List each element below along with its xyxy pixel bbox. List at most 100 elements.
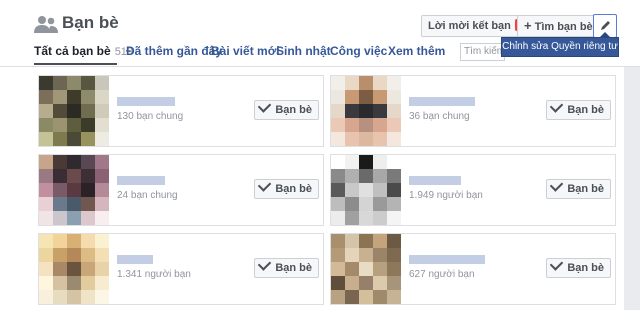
tab-see-more[interactable]: Xem thêm — [388, 44, 445, 58]
avatar-pixel — [345, 234, 359, 248]
tab-work[interactable]: Công việc — [330, 44, 387, 58]
avatar-pixel — [81, 183, 95, 197]
check-icon — [258, 99, 272, 113]
avatar-pixel — [67, 118, 81, 132]
menu-item-edit-privacy[interactable]: Chỉnh sửa Quyền riêng tư — [502, 38, 618, 56]
avatar-pixel — [373, 118, 387, 132]
friend-status-button[interactable]: Bạn bè — [254, 99, 319, 120]
avatar-pixel — [331, 234, 345, 248]
avatar-pixel — [331, 132, 345, 146]
tab-birthdays[interactable]: Sinh nhật — [276, 44, 331, 58]
avatar-pixel — [67, 248, 81, 262]
avatar-pixel — [387, 248, 401, 262]
avatar-pixel — [67, 183, 81, 197]
avatar-pixel — [387, 132, 401, 146]
friend-avatar[interactable] — [331, 76, 401, 146]
friend-status-button[interactable]: Bạn bè — [254, 178, 319, 199]
avatar-pixel — [373, 211, 387, 225]
avatar-pixel — [359, 104, 373, 118]
avatar-pixel — [345, 169, 359, 183]
avatar-pixel — [373, 132, 387, 146]
check-icon — [258, 178, 272, 192]
avatar-pixel — [331, 118, 345, 132]
friend-card: 1.949 người bạn Bạn bè — [330, 154, 616, 226]
avatar-pixel — [95, 211, 109, 225]
avatar-pixel — [95, 290, 109, 304]
avatar-pixel — [81, 104, 95, 118]
avatar-pixel — [359, 234, 373, 248]
check-icon — [550, 99, 564, 113]
avatar-pixel — [359, 118, 373, 132]
avatar-pixel — [345, 183, 359, 197]
avatar-pixel — [95, 76, 109, 90]
tab-all-friends[interactable]: Tất cả bạn bè 519 — [34, 44, 133, 58]
avatar-pixel — [331, 248, 345, 262]
avatar-pixel — [81, 234, 95, 248]
avatar-pixel — [359, 262, 373, 276]
avatar-pixel — [95, 118, 109, 132]
avatar-pixel — [345, 290, 359, 304]
avatar-pixel — [95, 104, 109, 118]
avatar-pixel — [39, 183, 53, 197]
avatar-pixel — [81, 262, 95, 276]
avatar-pixel — [345, 248, 359, 262]
friend-card: 1.341 người bạn Bạn bè — [38, 233, 324, 305]
find-friends-button[interactable]: + Tìm bạn bè — [517, 15, 600, 37]
avatar-pixel — [373, 76, 387, 90]
avatar-pixel — [39, 132, 53, 146]
avatar-pixel — [345, 276, 359, 290]
avatar-pixel — [39, 104, 53, 118]
avatar-pixel — [345, 118, 359, 132]
friend-card: 627 người bạn Bạn bè — [330, 233, 616, 305]
avatar-pixel — [387, 290, 401, 304]
mutual-friends: 1.949 người bạn — [409, 190, 483, 201]
mutual-friends: 36 bạn chung — [409, 111, 470, 122]
friend-avatar[interactable] — [39, 234, 109, 304]
avatar-pixel — [81, 197, 95, 211]
avatar-pixel — [53, 234, 67, 248]
avatar-pixel — [81, 118, 95, 132]
avatar-pixel — [39, 234, 53, 248]
avatar-pixel — [387, 262, 401, 276]
avatar-pixel — [345, 132, 359, 146]
avatar-pixel — [387, 76, 401, 90]
avatar-pixel — [331, 169, 345, 183]
friend-card: 130 bạn chung Bạn bè — [38, 75, 324, 147]
avatar-pixel — [67, 197, 81, 211]
avatar-pixel — [331, 90, 345, 104]
friend-avatar[interactable] — [331, 234, 401, 304]
friend-avatar[interactable] — [39, 155, 109, 225]
avatar-pixel — [331, 76, 345, 90]
mutual-friends: 24 bạn chung — [117, 190, 178, 201]
tab-recently-added[interactable]: Đã thêm gần đây — [126, 44, 222, 58]
avatar-pixel — [331, 262, 345, 276]
friend-status-button[interactable]: Bạn bè — [254, 257, 319, 278]
friend-avatar[interactable] — [331, 155, 401, 225]
avatar-pixel — [53, 104, 67, 118]
avatar-pixel — [39, 169, 53, 183]
friend-status-button[interactable]: Bạn bè — [546, 99, 611, 120]
avatar-pixel — [39, 262, 53, 276]
avatar-pixel — [345, 76, 359, 90]
avatar-pixel — [95, 234, 109, 248]
avatar-pixel — [373, 90, 387, 104]
mutual-friends: 627 người bạn — [409, 269, 475, 280]
avatar-pixel — [95, 262, 109, 276]
avatar-pixel — [331, 211, 345, 225]
tab-new-posts[interactable]: Bài viết mới — [211, 44, 280, 58]
avatar-pixel — [345, 104, 359, 118]
friend-status-button[interactable]: Bạn bè — [546, 178, 611, 199]
avatar-pixel — [331, 276, 345, 290]
avatar-pixel — [53, 118, 67, 132]
friend-status-button[interactable]: Bạn bè — [546, 257, 611, 278]
avatar-pixel — [359, 90, 373, 104]
friend-card: 36 bạn chung Bạn bè — [330, 75, 616, 147]
avatar-pixel — [95, 90, 109, 104]
avatar-pixel — [53, 276, 67, 290]
avatar-pixel — [373, 197, 387, 211]
avatar-pixel — [95, 132, 109, 146]
friend-avatar[interactable] — [39, 76, 109, 146]
avatar-pixel — [373, 276, 387, 290]
search-input[interactable]: Tìm kiếm — [460, 43, 505, 61]
avatar-pixel — [39, 211, 53, 225]
